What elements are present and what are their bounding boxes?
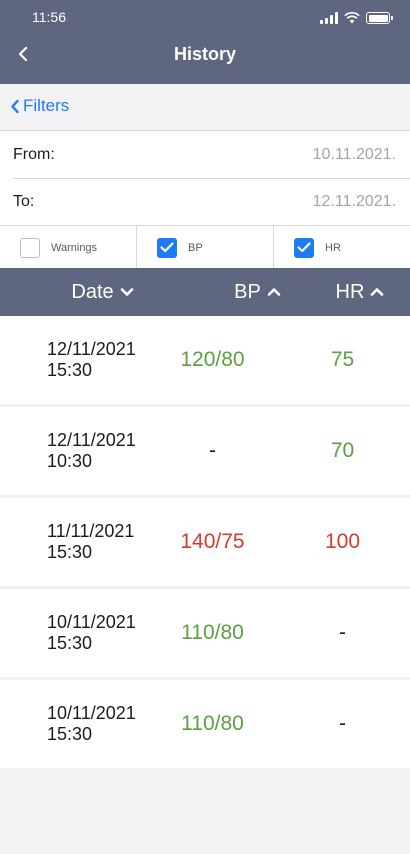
- checkbox-unchecked-icon: [20, 237, 40, 258]
- sort-by-bp-button[interactable]: BP: [205, 281, 310, 304]
- row-bp: 140/75: [180, 530, 245, 553]
- row-bp: 110/80: [181, 712, 244, 735]
- history-row[interactable]: 12/11/2021 10:30 - 70: [0, 407, 410, 495]
- row-bp: 120/80: [180, 348, 245, 371]
- row-datetime: 12/11/2021 10:30: [0, 430, 150, 472]
- filters-button[interactable]: Filters: [10, 96, 69, 116]
- wifi-icon: [344, 12, 360, 24]
- row-time: 15:30: [47, 542, 93, 562]
- status-time: 11:56: [32, 9, 66, 25]
- bp-column-label: BP: [234, 280, 261, 303]
- to-date-field[interactable]: To: 12.11.2021.: [0, 178, 410, 225]
- sort-by-date-button[interactable]: Date: [0, 281, 205, 304]
- chevron-down-icon: [120, 288, 133, 296]
- page-title: History: [173, 44, 236, 64]
- row-hr: -: [339, 712, 346, 735]
- history-row[interactable]: 10/11/2021 15:30 110/80 -: [0, 589, 410, 677]
- row-hr: 70: [330, 439, 355, 462]
- warnings-label: Warnings: [51, 241, 98, 254]
- checkbox-checked-icon: [157, 237, 177, 258]
- chevron-left-icon: [11, 99, 19, 113]
- filters-label: Filters: [23, 96, 70, 115]
- signal-icon: [320, 12, 338, 24]
- to-label: To:: [13, 192, 35, 210]
- hr-label: HR: [325, 241, 341, 254]
- history-row[interactable]: 11/11/2021 15:30 140/75 100: [0, 498, 410, 586]
- table-header: Date BP HR: [0, 268, 410, 316]
- row-datetime: 12/11/2021 15:30: [0, 339, 150, 381]
- row-date: 10/11/2021: [47, 612, 136, 632]
- row-datetime: 11/11/2021 15:30: [0, 521, 150, 563]
- status-icons: [320, 12, 393, 24]
- bp-checkbox[interactable]: BP: [137, 226, 274, 269]
- battery-icon: [366, 12, 393, 24]
- app-header: 11:56 History: [0, 0, 410, 84]
- row-date: 12/11/2021: [47, 430, 136, 450]
- row-time: 15:30: [47, 633, 93, 653]
- filter-checkboxes: Warnings BP HR: [0, 225, 410, 269]
- hr-checkbox[interactable]: HR: [274, 226, 410, 269]
- row-hr: -: [339, 621, 346, 644]
- row-date: 10/11/2021: [47, 703, 136, 723]
- history-row[interactable]: 10/11/2021 15:30 110/80 -: [0, 680, 410, 768]
- sort-by-hr-button[interactable]: HR: [310, 281, 410, 304]
- row-datetime: 10/11/2021 15:30: [0, 703, 150, 745]
- row-time: 15:30: [47, 724, 93, 744]
- row-date: 12/11/2021: [47, 339, 136, 359]
- row-date: 11/11/2021: [47, 521, 135, 541]
- from-label: From:: [13, 145, 55, 163]
- chevron-up-icon: [267, 288, 281, 296]
- row-datetime: 10/11/2021 15:30: [0, 612, 150, 654]
- status-bar: 11:56: [0, 0, 410, 36]
- history-row[interactable]: 12/11/2021 15:30 120/80 75: [0, 316, 410, 404]
- checkbox-checked-icon: [294, 237, 314, 258]
- from-value: 10.11.2021.: [312, 145, 396, 163]
- hr-column-label: HR: [335, 280, 365, 303]
- row-bp: -: [209, 439, 216, 462]
- from-date-field[interactable]: From: 10.11.2021.: [0, 131, 410, 178]
- date-column-label: Date: [71, 280, 114, 303]
- row-bp: 110/80: [181, 621, 244, 644]
- row-time: 10:30: [47, 451, 93, 471]
- chevron-up-icon: [371, 288, 384, 296]
- row-hr: 75: [330, 348, 355, 371]
- row-time: 15:30: [47, 360, 93, 380]
- warnings-checkbox[interactable]: Warnings: [0, 226, 137, 269]
- filter-panel: From: 10.11.2021. To: 12.11.2021. Warnin…: [0, 130, 410, 269]
- history-list: 12/11/2021 15:30 120/80 75 12/11/2021 10…: [0, 316, 410, 771]
- bp-label: BP: [188, 241, 203, 254]
- row-hr: 100: [324, 530, 361, 553]
- to-value: 12.11.2021.: [312, 192, 396, 210]
